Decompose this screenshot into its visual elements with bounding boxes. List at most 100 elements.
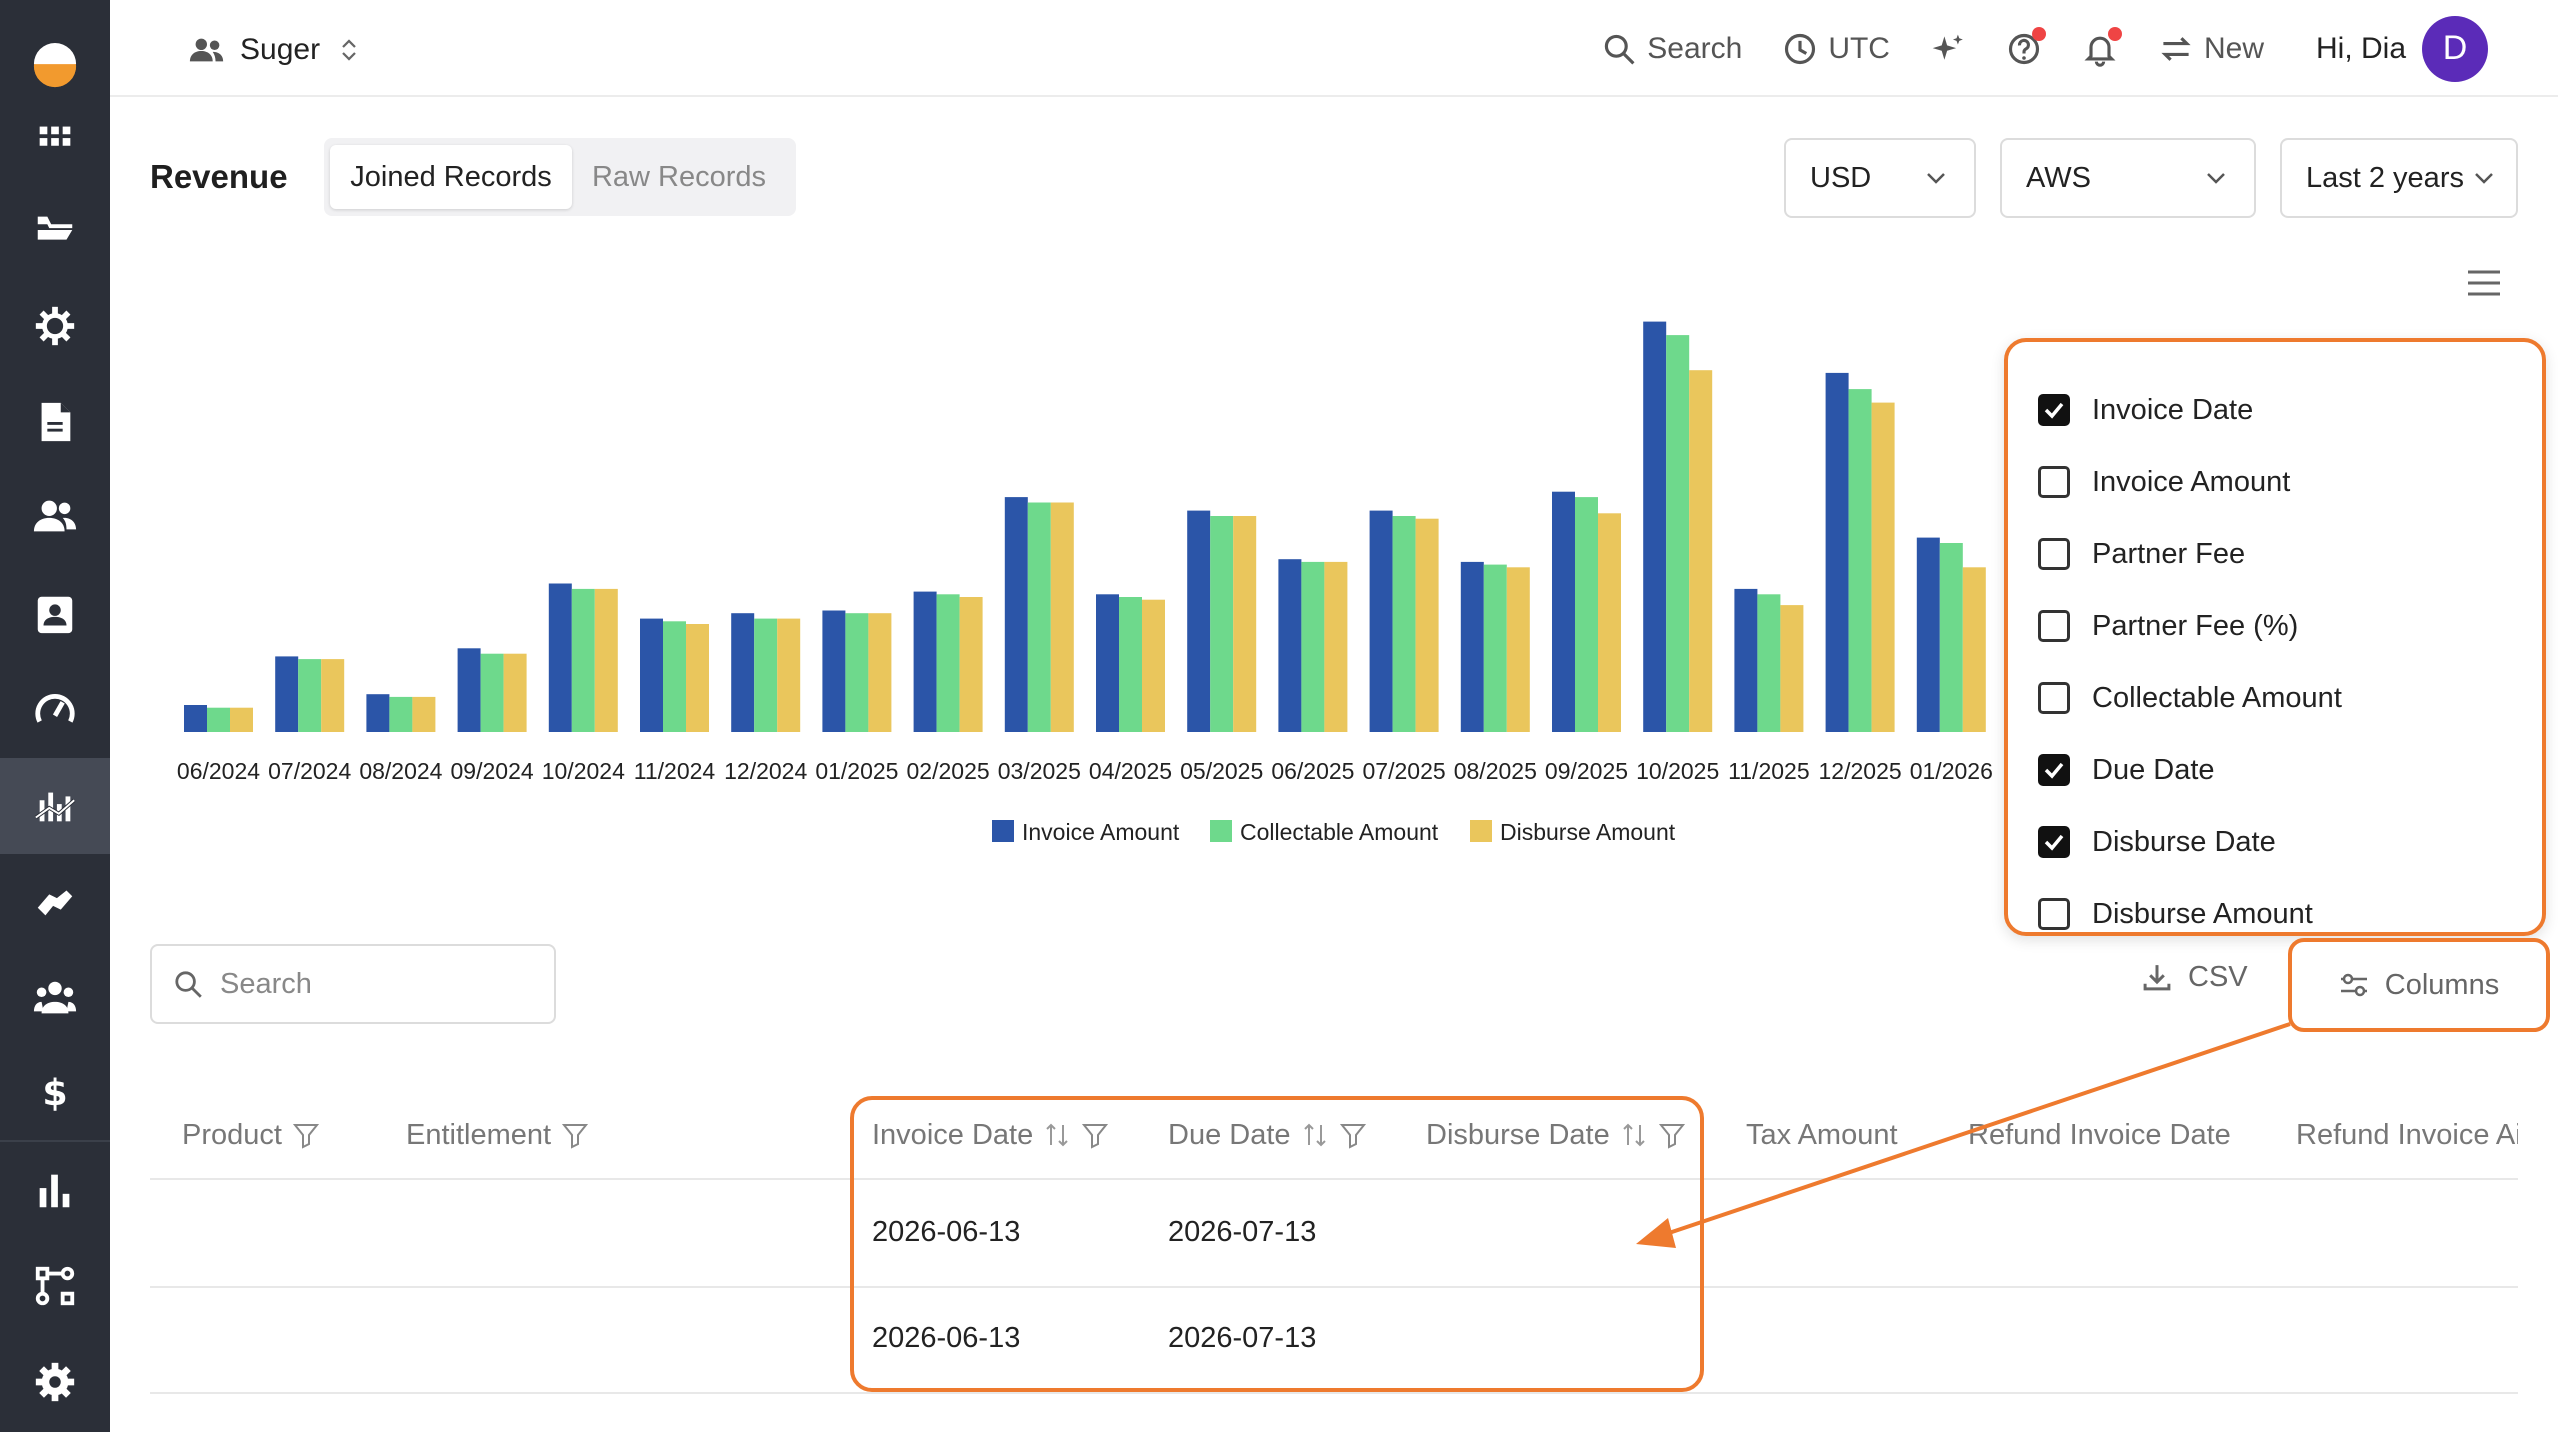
bar-collectable-amount[interactable] <box>1939 543 1963 732</box>
column-header-entitlement[interactable]: Entitlement <box>406 1110 589 1160</box>
provider-select[interactable]: AWS <box>2000 138 2256 218</box>
bar-invoice-amount[interactable] <box>457 648 481 732</box>
column-header-product[interactable]: Product <box>182 1110 320 1160</box>
customers-icon[interactable] <box>0 468 110 564</box>
bar-collectable-amount[interactable] <box>480 653 504 732</box>
column-header-refund-invoice-date[interactable]: Refund Invoice Date <box>1968 1110 2231 1160</box>
column-option[interactable]: Partner Fee <box>2038 524 2245 584</box>
column-option[interactable]: Partner Fee (%) <box>2038 596 2298 656</box>
workflow-icon[interactable] <box>0 1238 110 1334</box>
help-button[interactable] <box>2006 26 2046 67</box>
analytics-bar-icon[interactable] <box>0 1142 110 1238</box>
period-select[interactable]: Last 2 years <box>2280 138 2518 218</box>
ai-assistant-button[interactable] <box>1930 31 1966 67</box>
bar-invoice-amount[interactable] <box>1916 537 1940 732</box>
column-option[interactable]: Collectable Amount <box>2038 668 2342 728</box>
bar-collectable-amount[interactable] <box>1119 597 1142 732</box>
bar-disburse-amount[interactable] <box>868 613 892 732</box>
org-switcher[interactable]: Suger <box>188 26 364 74</box>
column-option[interactable]: Disburse Date <box>2038 812 2276 872</box>
bar-invoice-amount[interactable] <box>1552 491 1575 732</box>
bar-collectable-amount[interactable] <box>1757 594 1781 732</box>
global-search-button[interactable]: Search <box>1601 31 1742 67</box>
billing-dollar-icon[interactable]: $ <box>0 1044 110 1140</box>
team-icon[interactable] <box>0 950 110 1046</box>
bar-invoice-amount[interactable] <box>366 694 390 732</box>
bar-invoice-amount[interactable] <box>822 610 846 733</box>
checkbox-unchecked[interactable] <box>2038 466 2070 498</box>
legend-item[interactable]: Collectable Amount <box>1210 819 1439 845</box>
notifications-button[interactable] <box>2082 26 2122 67</box>
bar-invoice-amount[interactable] <box>1643 321 1667 732</box>
bar-collectable-amount[interactable] <box>1027 502 1051 733</box>
column-header-refund-invoice-amount[interactable]: Refund Invoice Ai <box>2296 1110 2518 1160</box>
column-header-tax-amount[interactable]: Tax Amount <box>1746 1110 1898 1160</box>
checkbox-unchecked[interactable] <box>2038 682 2070 714</box>
bar-disburse-amount[interactable] <box>321 659 345 732</box>
handshake-icon[interactable] <box>0 854 110 950</box>
bar-invoice-amount[interactable] <box>731 613 755 732</box>
csv-export-button[interactable]: CSV <box>2140 960 2248 994</box>
settings-gear-icon[interactable] <box>0 278 110 374</box>
bar-collectable-amount[interactable] <box>845 613 869 732</box>
revenue-chart-icon[interactable] <box>0 758 110 854</box>
bar-disburse-amount[interactable] <box>1871 402 1895 732</box>
dashboard-gauge-icon[interactable] <box>0 662 110 758</box>
tab-joined-records[interactable]: Joined Records <box>330 145 572 209</box>
bar-disburse-amount[interactable] <box>1506 567 1530 732</box>
bar-invoice-amount[interactable] <box>1187 510 1211 732</box>
bar-collectable-amount[interactable] <box>1301 561 1325 732</box>
bar-disburse-amount[interactable] <box>594 588 618 732</box>
chart-menu-icon[interactable] <box>2466 268 2502 298</box>
bar-disburse-amount[interactable] <box>412 696 436 732</box>
checkbox-unchecked[interactable] <box>2038 538 2070 570</box>
bar-disburse-amount[interactable] <box>1050 502 1074 733</box>
bar-collectable-amount[interactable] <box>663 621 686 732</box>
bar-collectable-amount[interactable] <box>936 594 960 732</box>
bar-collectable-amount[interactable] <box>1666 335 1690 732</box>
bar-invoice-amount[interactable] <box>1278 559 1302 732</box>
bar-disburse-amount[interactable] <box>1233 516 1257 732</box>
bar-disburse-amount[interactable] <box>1415 518 1439 732</box>
bar-invoice-amount[interactable] <box>1369 510 1393 732</box>
new-button[interactable]: New <box>2158 31 2264 67</box>
bar-invoice-amount[interactable] <box>184 705 207 732</box>
checkbox-checked[interactable] <box>2038 754 2070 786</box>
bar-collectable-amount[interactable] <box>298 659 322 732</box>
bar-collectable-amount[interactable] <box>571 588 595 732</box>
bar-invoice-amount[interactable] <box>275 656 299 732</box>
column-option[interactable]: Invoice Date <box>2038 380 2253 440</box>
bar-collectable-amount[interactable] <box>1483 564 1507 732</box>
column-option[interactable]: Invoice Amount <box>2038 452 2290 512</box>
currency-select[interactable]: USD <box>1784 138 1976 218</box>
bar-invoice-amount[interactable] <box>913 591 937 732</box>
bar-disburse-amount[interactable] <box>1780 605 1804 732</box>
bar-disburse-amount[interactable] <box>230 707 253 732</box>
checkbox-unchecked[interactable] <box>2038 898 2070 930</box>
settings-icon[interactable] <box>0 1334 110 1430</box>
bar-collectable-amount[interactable] <box>1392 516 1416 732</box>
bar-invoice-amount[interactable] <box>548 583 572 733</box>
bar-collectable-amount[interactable] <box>207 707 230 732</box>
checkbox-checked[interactable] <box>2038 826 2070 858</box>
tab-raw-records[interactable]: Raw Records <box>572 145 786 209</box>
timezone-button[interactable]: UTC <box>1782 31 1890 67</box>
bar-disburse-amount[interactable] <box>959 597 983 732</box>
listings-icon[interactable] <box>0 182 110 278</box>
bar-invoice-amount[interactable] <box>1460 561 1484 732</box>
bar-collectable-amount[interactable] <box>1848 389 1872 732</box>
checkbox-unchecked[interactable] <box>2038 610 2070 642</box>
bar-disburse-amount[interactable] <box>1962 567 1986 732</box>
filter-icon[interactable] <box>292 1121 320 1149</box>
bar-disburse-amount[interactable] <box>686 624 709 732</box>
bar-disburse-amount[interactable] <box>1598 513 1621 732</box>
legend-item[interactable]: Invoice Amount <box>992 819 1180 845</box>
bar-invoice-amount[interactable] <box>1096 594 1119 732</box>
bar-invoice-amount[interactable] <box>640 618 663 732</box>
bar-collectable-amount[interactable] <box>1210 516 1234 732</box>
legend-item[interactable]: Disburse Amount <box>1470 819 1676 845</box>
bar-collectable-amount[interactable] <box>754 618 778 732</box>
bar-invoice-amount[interactable] <box>1734 588 1758 732</box>
document-icon[interactable] <box>0 374 110 470</box>
bar-disburse-amount[interactable] <box>503 653 527 732</box>
